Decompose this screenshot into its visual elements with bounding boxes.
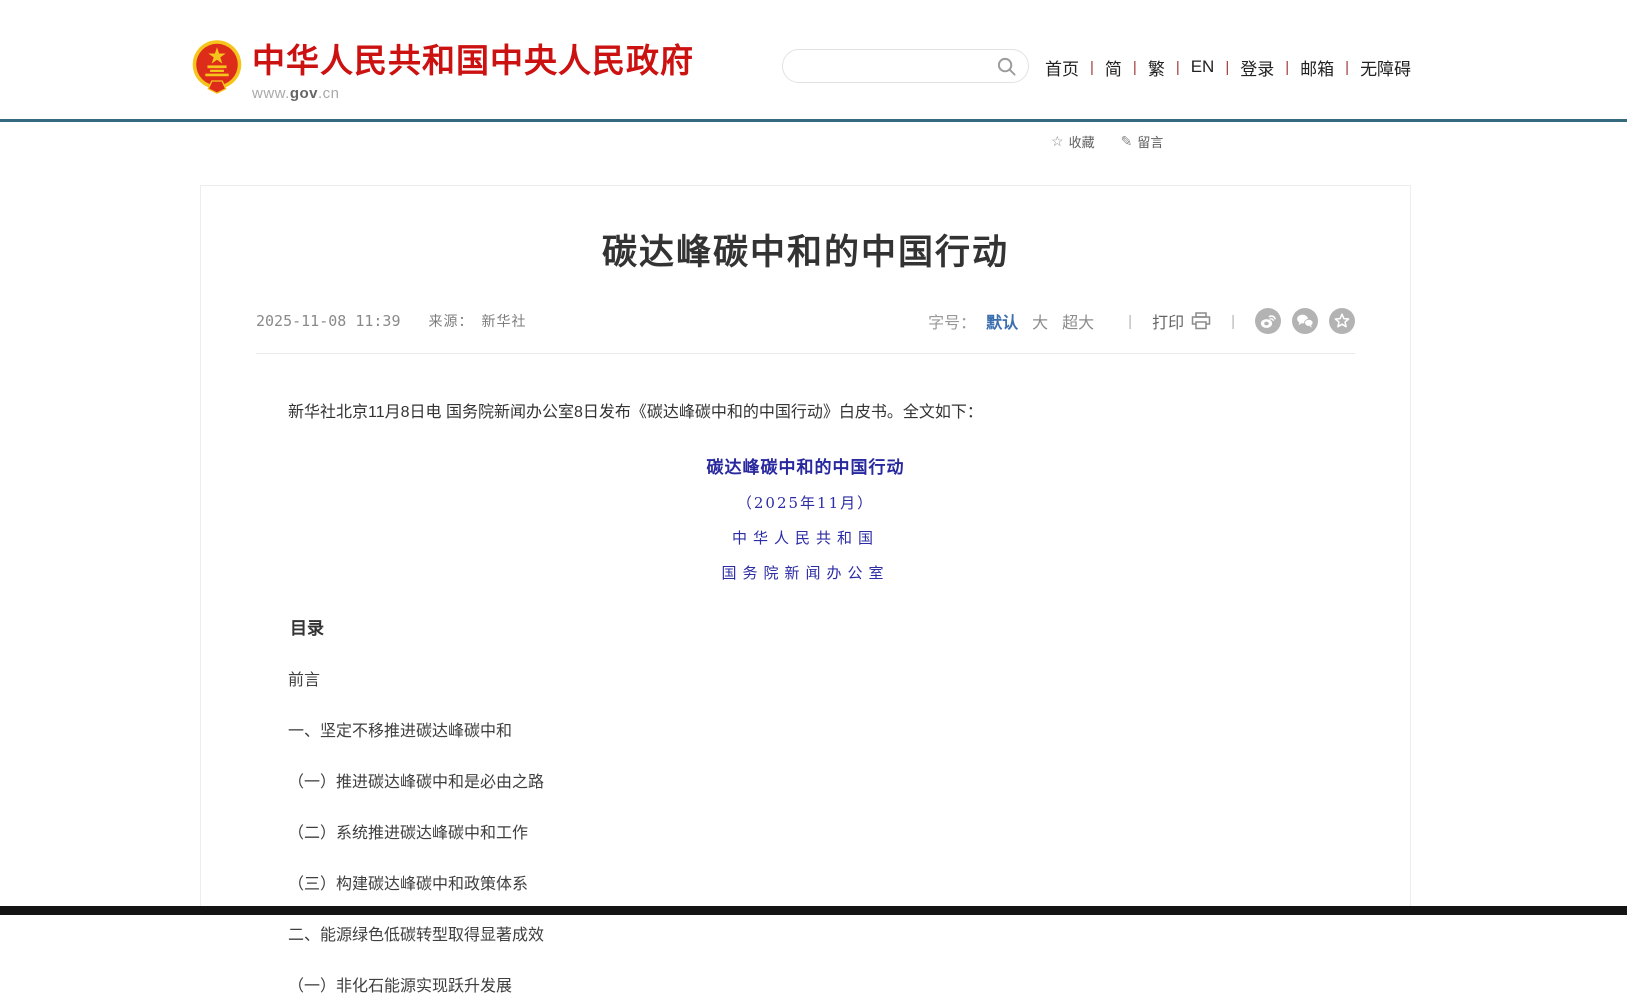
nav-item-accessibility[interactable]: 无障碍 [1349,55,1422,80]
pencil-icon: ✎ [1121,133,1133,150]
national-emblem-icon[interactable] [191,39,243,97]
site-url-gov: gov [290,85,318,102]
article-title: 碳达峰碳中和的中国行动 [201,186,1410,275]
site-logo-text[interactable]: 中华人民共和国中央人民政府 www.gov.cn [252,44,694,102]
site-title: 中华人民共和国中央人民政府 [252,44,694,77]
toc-item-2: 二、能源绿色低碳转型取得显著成效 [256,921,1355,945]
comment-button[interactable]: ✎ 留言 [1121,132,1164,151]
search-box[interactable] [782,49,1029,83]
print-button[interactable]: 打印 [1152,309,1211,333]
more-share-icon[interactable] [1329,308,1355,334]
publish-date: 2025-11-08 11:39 [256,312,401,330]
nav-item-english[interactable]: EN [1180,57,1226,77]
source: 来源： 新华社 [429,311,527,331]
toc-item-1-1: （一）推进碳达峰碳中和是必由之路 [256,768,1355,792]
nav-item-mail[interactable]: 邮箱 [1289,55,1345,80]
meta-left: 2025-11-08 11:39 来源： 新华社 [256,311,527,331]
nav-item-home[interactable]: 首页 [1045,55,1090,80]
source-name: 新华社 [482,313,527,329]
toc-item-1-2: （二）系统推进碳达峰碳中和工作 [256,819,1355,843]
nav-item-simplified[interactable]: 简 [1094,55,1133,80]
site-url-www: www. [252,85,290,102]
page-actions: ☆ 收藏 ✎ 留言 [1051,132,1163,151]
header-divider [0,119,1627,122]
font-size-large-button[interactable]: 大 [1032,309,1048,333]
weibo-share-icon[interactable] [1255,308,1281,334]
meta-separator: | [1231,313,1235,330]
toc-item-2-1: （一）非化石能源实现跃升发展 [256,972,1355,996]
toc-heading: 目录 [256,614,1355,639]
article-meta: 2025-11-08 11:39 来源： 新华社 字号： 默认 大 超大 | 打印 [256,308,1355,354]
printer-icon [1191,312,1211,330]
nav-item-traditional[interactable]: 繁 [1137,55,1176,80]
lead-paragraph: 新华社北京11月8日电 国务院新闻办公室8日发布《碳达峰碳中和的中国行动》白皮书… [256,399,1355,426]
search-input[interactable] [783,50,1028,82]
toc-item-preface: 前言 [256,666,1355,690]
bottom-edge-bar [0,906,1627,915]
font-size-label: 字号： [928,309,976,333]
nav-item-login[interactable]: 登录 [1229,55,1285,80]
site-url-cn: .cn [318,85,340,102]
meta-separator: | [1128,313,1132,330]
top-nav: 首页 | 简 | 繁 | EN | 登录 | 邮箱 | 无障碍 [1045,55,1422,79]
toc-item-1: 一、坚定不移推进碳达峰碳中和 [256,717,1355,741]
comment-label: 留言 [1137,132,1163,151]
favorite-button[interactable]: ☆ 收藏 [1051,132,1095,151]
meta-right: 字号： 默认 大 超大 | 打印 | [928,308,1355,334]
source-label: 来源： [429,313,474,329]
toc-item-1-3: （三）构建碳达峰碳中和政策体系 [256,870,1355,894]
doc-org-line2: 国务院新闻办公室 [201,562,1410,583]
font-size-default-button[interactable]: 默认 [986,309,1018,333]
site-url: www.gov.cn [252,85,694,102]
favorite-label: 收藏 [1069,132,1095,151]
wechat-share-icon[interactable] [1292,308,1318,334]
star-icon: ☆ [1051,133,1064,150]
search-icon[interactable] [996,56,1017,77]
article-card: 碳达峰碳中和的中国行动 2025-11-08 11:39 来源： 新华社 字号： … [200,185,1411,915]
doc-title: 碳达峰碳中和的中国行动 [201,453,1410,478]
doc-org-line1: 中华人民共和国 [201,527,1410,548]
doc-date: （2025年11月） [201,492,1410,513]
font-size-xlarge-button[interactable]: 超大 [1062,309,1094,333]
print-label: 打印 [1152,309,1184,333]
site-header: 中华人民共和国中央人民政府 www.gov.cn 首页 | 简 | 繁 | EN… [0,0,1627,119]
share-icons [1255,308,1355,334]
page: 中华人民共和国中央人民政府 www.gov.cn 首页 | 简 | 繁 | EN… [0,0,1627,915]
